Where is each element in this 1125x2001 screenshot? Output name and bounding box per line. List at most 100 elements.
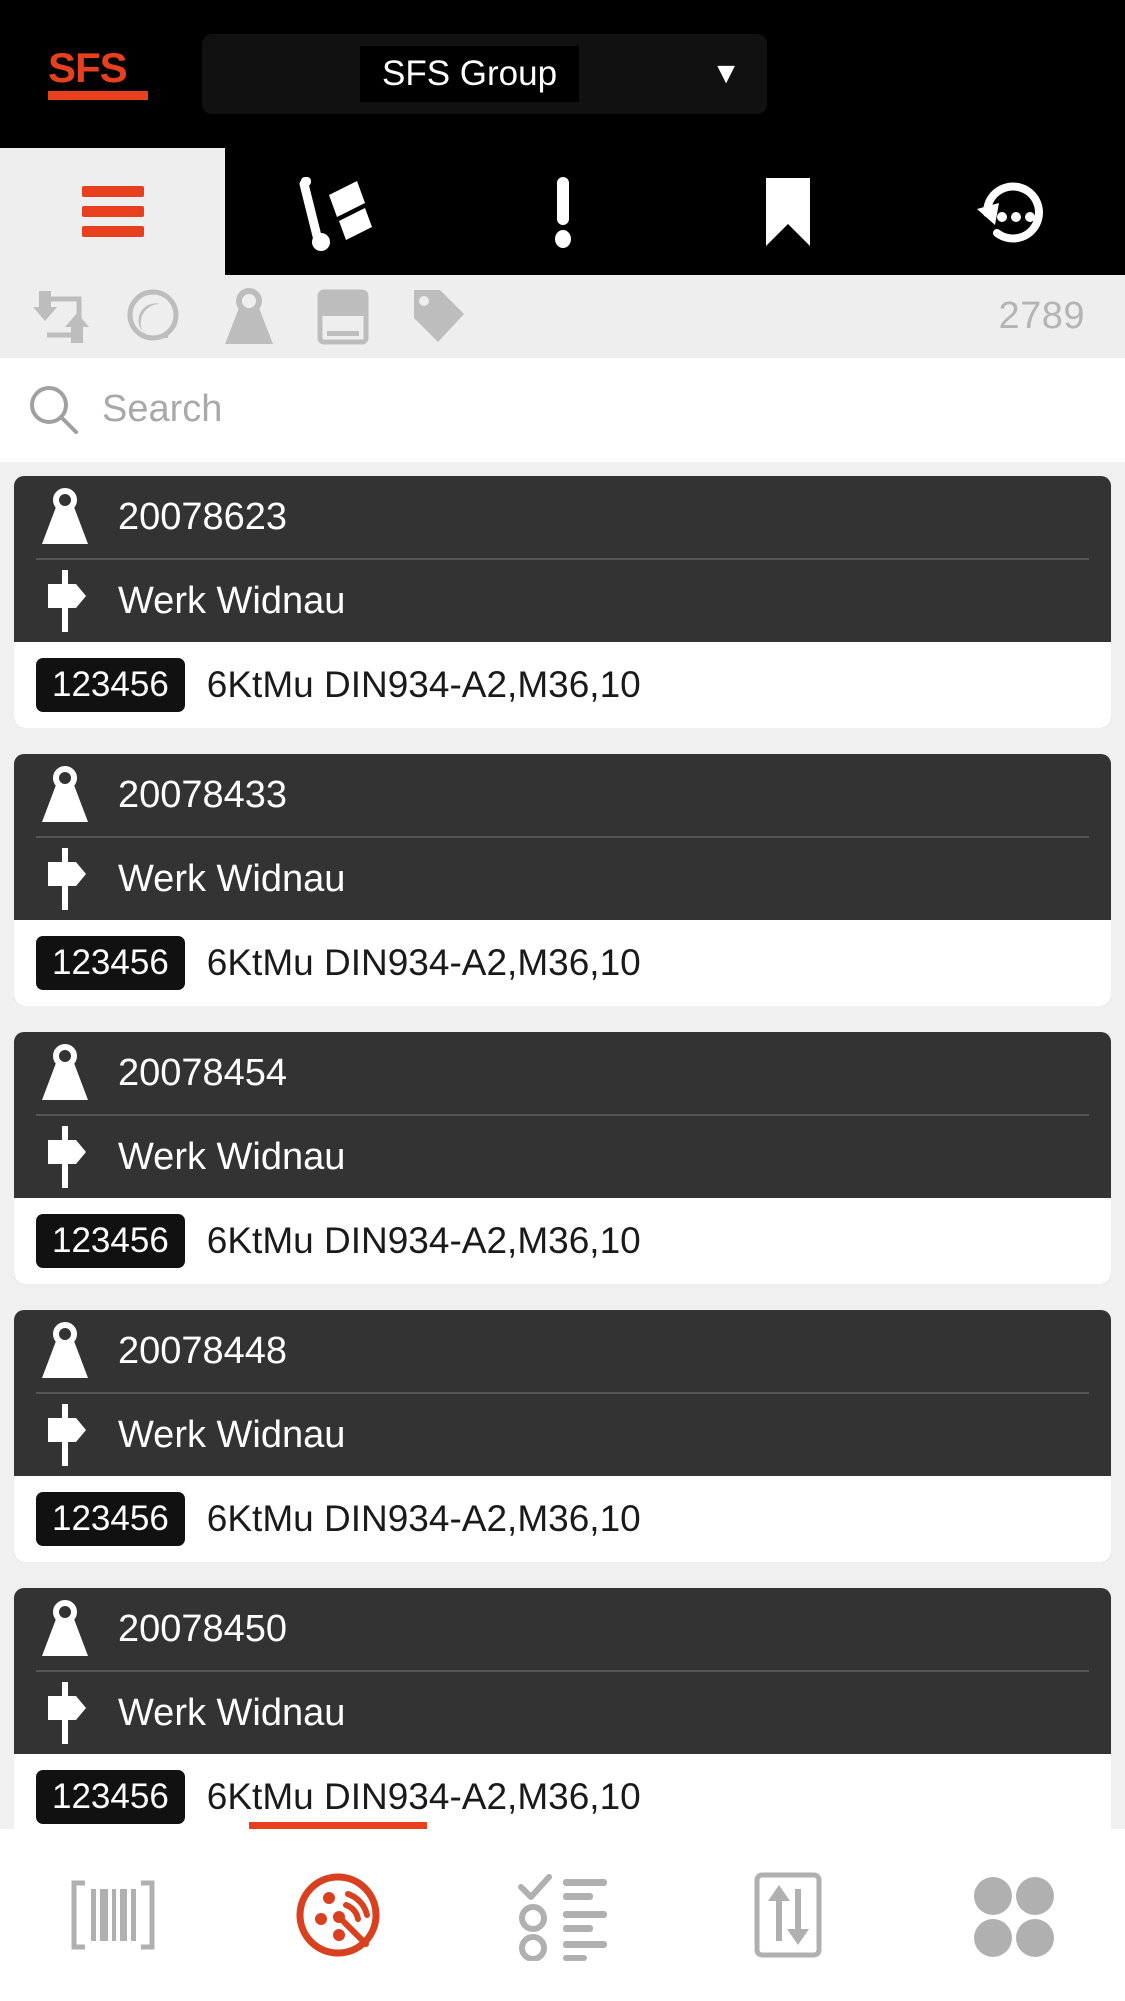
- list-item-id: 20078623: [118, 495, 288, 538]
- nav-checklist[interactable]: [450, 1829, 675, 2001]
- signpost-icon: [36, 1404, 94, 1466]
- tab-bookmarks[interactable]: [675, 148, 900, 275]
- list-item-location-row[interactable]: Werk Widnau: [14, 1116, 1111, 1198]
- list-item-title-row[interactable]: 20078454: [14, 1032, 1111, 1114]
- list-item-title-row[interactable]: 20078433: [14, 754, 1111, 836]
- org-selector-value: SFS Group: [360, 46, 580, 102]
- signpost-icon: [48, 848, 86, 910]
- card-icon: [317, 289, 369, 344]
- list-item-detail-row[interactable]: 123456 6KtMu DIN934-A2,M36,10: [14, 1476, 1111, 1562]
- nav-barcode-scan[interactable]: [0, 1829, 225, 2001]
- list-item-description: 6KtMu DIN934-A2,M36,10: [206, 1498, 641, 1539]
- list-item-location: Werk Widnau: [118, 857, 346, 900]
- org-selector[interactable]: SFS Group ▼: [202, 34, 767, 114]
- weight-icon: [36, 1322, 94, 1380]
- history-icon: [976, 182, 1043, 242]
- list-item-id: 20078450: [118, 1607, 288, 1650]
- list-item[interactable]: 20078433 Werk Widnau 123456 6KtMu DIN934-A2…: [14, 754, 1111, 1006]
- weight-icon: [36, 1044, 94, 1102]
- tab-alerts[interactable]: [450, 148, 675, 275]
- list-item-location-row[interactable]: Werk Widnau: [14, 1394, 1111, 1476]
- barcode-icon: [71, 1880, 154, 1950]
- tag-icon: [414, 289, 464, 342]
- list-item-location: Werk Widnau: [118, 1135, 346, 1178]
- tab-history[interactable]: [900, 148, 1125, 275]
- list-item-id: 20078433: [118, 773, 288, 816]
- list-item-title-row[interactable]: 20078623: [14, 476, 1111, 558]
- up-down-arrows-icon: [754, 1872, 821, 1958]
- item-list[interactable]: 20078623 Werk Widnau 123456 6KtMu DIN934-A2…: [0, 462, 1125, 1829]
- grid-dots-icon: [973, 1877, 1054, 1957]
- list-item-detail-row[interactable]: 123456 6KtMu DIN934-A2,M36,10: [14, 920, 1111, 1006]
- list-item-description: 6KtMu DIN934-A2,M36,10: [206, 1776, 641, 1817]
- exclamation-icon: [554, 176, 571, 248]
- bookmark-icon: [765, 177, 810, 246]
- list-item-chip: 123456: [36, 1214, 185, 1268]
- tab-delivery[interactable]: [225, 148, 450, 275]
- hand-truck-icon: [298, 176, 372, 251]
- list-item[interactable]: 20078448 Werk Widnau 123456 6KtMu DIN934-A2…: [14, 1310, 1111, 1562]
- weight-icon: [225, 287, 273, 344]
- weight-icon: [36, 766, 94, 824]
- list-item[interactable]: 20078454 Werk Widnau 123456 6KtMu DIN934-A2…: [14, 1032, 1111, 1284]
- nav-more[interactable]: [900, 1829, 1125, 2001]
- brand-bar: SFS SFS Group ▼: [0, 0, 1125, 148]
- list-item-location: Werk Widnau: [118, 1413, 346, 1456]
- filter-card[interactable]: [312, 286, 374, 348]
- weight-icon: [36, 1600, 94, 1658]
- list-item-title-row[interactable]: 20078448: [14, 1310, 1111, 1392]
- sfs-logo: SFS: [48, 43, 160, 101]
- filter-weight[interactable]: [218, 286, 280, 348]
- list-item-location-row[interactable]: Werk Widnau: [14, 560, 1111, 642]
- signpost-icon: [48, 1404, 86, 1466]
- hamburger-icon: [81, 177, 144, 246]
- list-item-detail-row[interactable]: 123456 6KtMu DIN934-A2,M36,10: [14, 642, 1111, 728]
- list-item-location-row[interactable]: Werk Widnau: [14, 838, 1111, 920]
- list-item[interactable]: 20078623 Werk Widnau 123456 6KtMu DIN934-A2…: [14, 476, 1111, 728]
- list-item-description: 6KtMu DIN934-A2,M36,10: [206, 664, 641, 705]
- list-item-chip: 123456: [36, 936, 185, 990]
- weight-icon: [42, 1044, 88, 1100]
- list-item-description: 6KtMu DIN934-A2,M36,10: [206, 942, 641, 983]
- lifebuoy-icon: [127, 289, 179, 340]
- nav-rfid-scan[interactable]: [225, 1822, 450, 2001]
- list-item-description: 6KtMu DIN934-A2,M36,10: [206, 1220, 641, 1261]
- active-tab-indicator: [248, 1822, 427, 1829]
- item-count: 2789: [998, 295, 1085, 337]
- tab-bar: [0, 148, 1125, 275]
- filter-lifebuoy[interactable]: [124, 286, 186, 348]
- tab-menu[interactable]: [0, 148, 225, 275]
- signpost-icon: [36, 1682, 94, 1744]
- signpost-icon: [36, 570, 94, 632]
- filter-tag[interactable]: [406, 286, 468, 348]
- list-item-chip: 123456: [36, 658, 185, 712]
- list-item-id: 20078448: [118, 1329, 288, 1372]
- signpost-icon: [48, 1682, 86, 1744]
- sfs-logo-rule: [48, 91, 148, 101]
- filter-row: 2789: [0, 275, 1125, 358]
- signpost-icon: [48, 570, 86, 632]
- list-item-title-row[interactable]: 20078450: [14, 1588, 1111, 1670]
- nav-transfer[interactable]: [675, 1829, 900, 2001]
- filter-transfer[interactable]: [30, 286, 92, 348]
- list-item-detail-row[interactable]: 123456 6KtMu DIN934-A2,M36,10: [14, 1198, 1111, 1284]
- list-item[interactable]: 20078450 Werk Widnau 123456 6KtMu DIN934-A2…: [14, 1588, 1111, 1829]
- app-root: SFS SFS Group ▼ 2789 Search 20078623 Wer…: [0, 0, 1125, 2001]
- list-item-chip: 123456: [36, 1492, 185, 1546]
- search-icon: [24, 380, 84, 440]
- sfs-logo-text: SFS: [48, 43, 128, 91]
- list-item-location: Werk Widnau: [118, 579, 346, 622]
- signpost-icon: [48, 1126, 86, 1188]
- signpost-icon: [36, 1126, 94, 1188]
- list-item-location-row[interactable]: Werk Widnau: [14, 1672, 1111, 1754]
- bottom-nav: [0, 1822, 1125, 2001]
- list-item-id: 20078454: [118, 1051, 288, 1094]
- rfid-icon: [296, 1873, 379, 1957]
- search-input[interactable]: [102, 388, 802, 431]
- weight-icon: [42, 1322, 88, 1378]
- search-bar[interactable]: [0, 358, 1125, 462]
- chevron-down-icon[interactable]: ▼: [711, 59, 741, 89]
- weight-icon: [42, 766, 88, 822]
- list-item-detail-row[interactable]: 123456 6KtMu DIN934-A2,M36,10: [14, 1754, 1111, 1829]
- list-item-chip: 123456: [36, 1770, 185, 1824]
